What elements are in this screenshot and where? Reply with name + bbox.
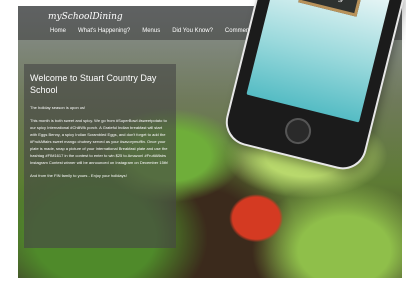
welcome-paragraph-2: This month is both sweet and spicy. We g… [30, 118, 169, 165]
nav-whats-happening[interactable]: What's Happening? [78, 28, 130, 34]
site-logo[interactable]: mySchoolDining [48, 12, 123, 22]
welcome-panel: Welcome to Stuart Country Day School The… [24, 64, 176, 248]
welcome-paragraph-1: The holiday season is upon us! [30, 105, 86, 110]
chalkboard-sign: mySchool Dining [298, 0, 366, 17]
phone-home-button [282, 115, 314, 147]
welcome-title: Welcome to Stuart Country Day School [30, 73, 157, 95]
nav-home[interactable]: Home [50, 28, 66, 34]
nav-links: Home What's Happening? Menus Did You Kno… [50, 28, 266, 34]
welcome-paragraph-3: And from the FIN family to yours - Enjoy… [30, 173, 127, 178]
nav-did-you-know[interactable]: Did You Know? [172, 28, 213, 34]
nav-menus[interactable]: Menus [142, 28, 160, 34]
phone-screen: mySchool Dining [246, 0, 391, 123]
